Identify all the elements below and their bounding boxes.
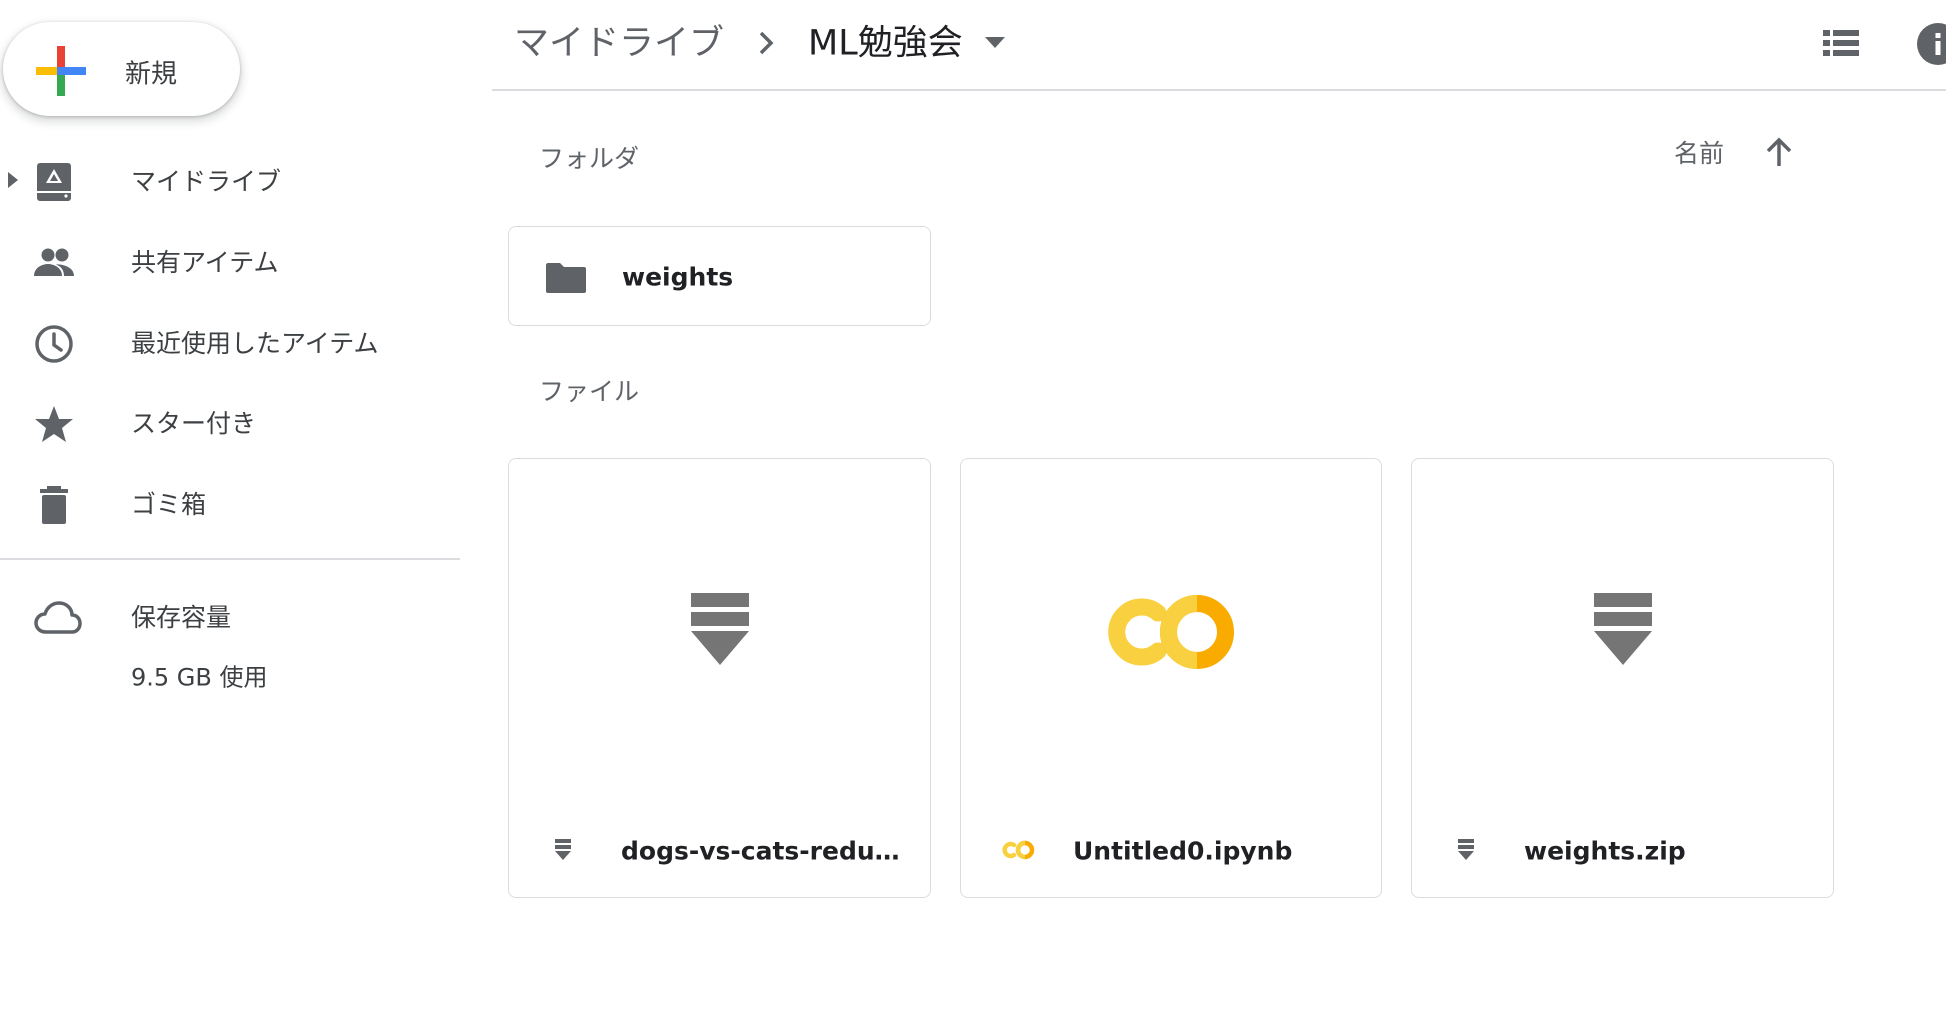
file-preview (509, 459, 930, 799)
sidebar-item-label: 共有アイテム (131, 248, 279, 277)
archive-icon (555, 839, 571, 860)
dropdown-caret-icon[interactable] (985, 37, 1005, 49)
file-card[interactable]: weights.zip (1411, 458, 1834, 898)
my-drive-icon (37, 163, 71, 201)
cloud-icon (34, 601, 82, 634)
archive-icon (1594, 593, 1652, 665)
archive-icon (1458, 839, 1474, 860)
file-name: Untitled0.ipynb (1073, 836, 1293, 866)
storage-section[interactable]: 保存容量 9.5 GB 使用 (0, 590, 460, 700)
new-button[interactable]: 新規 (3, 22, 240, 116)
info-icon[interactable] (1916, 22, 1946, 66)
sidebar-item-label: ゴミ箱 (131, 490, 207, 519)
folder-icon (546, 263, 586, 293)
folders-section-title: フォルダ (539, 144, 640, 173)
plus-icon (36, 46, 86, 96)
sidebar-item-my-drive[interactable]: マイドライブ (0, 145, 460, 215)
chevron-right-icon (759, 31, 774, 55)
sidebar-item-trash[interactable]: ゴミ箱 (0, 468, 460, 538)
colab-icon (1108, 595, 1234, 669)
archive-icon (691, 593, 749, 665)
header: マイドライブ ML勉強会 (492, 0, 1946, 90)
sort-label[interactable]: 名前 (1674, 134, 1724, 170)
breadcrumb-current-folder[interactable]: ML勉強会 (808, 15, 963, 66)
clock-icon (35, 325, 73, 363)
colab-icon (1002, 840, 1035, 860)
file-card[interactable]: dogs-vs-cats-redux-ke... (508, 458, 931, 898)
folder-name: weights (622, 262, 734, 292)
file-card[interactable]: Untitled0.ipynb (960, 458, 1382, 898)
star-icon (35, 406, 73, 442)
list-view-icon[interactable] (1823, 28, 1859, 60)
arrow-up-icon[interactable] (1764, 136, 1794, 168)
storage-label: 保存容量 (131, 603, 232, 632)
sidebar-item-label: スター付き (131, 409, 257, 438)
file-preview (1412, 459, 1833, 799)
file-name: dogs-vs-cats-redux-ke... (621, 836, 911, 866)
sidebar-item-recent[interactable]: 最近使用したアイテム (0, 307, 460, 377)
sidebar-item-label: マイドライブ (131, 167, 282, 196)
files-section-title: ファイル (539, 377, 640, 406)
file-name: weights.zip (1524, 836, 1686, 866)
file-preview (961, 459, 1381, 799)
people-icon (34, 248, 74, 276)
storage-usage: 9.5 GB 使用 (131, 663, 268, 692)
sidebar-divider (0, 558, 460, 560)
sidebar-item-starred[interactable]: スター付き (0, 387, 460, 457)
breadcrumb-root[interactable]: マイドライブ (514, 15, 724, 66)
new-button-label: 新規 (125, 59, 178, 90)
folder-card[interactable]: weights (508, 226, 931, 326)
sidebar-item-label: 最近使用したアイテム (131, 329, 379, 358)
trash-icon (40, 486, 68, 524)
drive-window: 新規 マイドライブ 共有アイテム 最近使用したアイテム スター付き ゴミ箱 保存… (0, 0, 1946, 1034)
sidebar-item-shared[interactable]: 共有アイテム (0, 226, 460, 296)
expand-arrow-icon[interactable] (6, 170, 20, 190)
header-divider (492, 89, 1946, 91)
